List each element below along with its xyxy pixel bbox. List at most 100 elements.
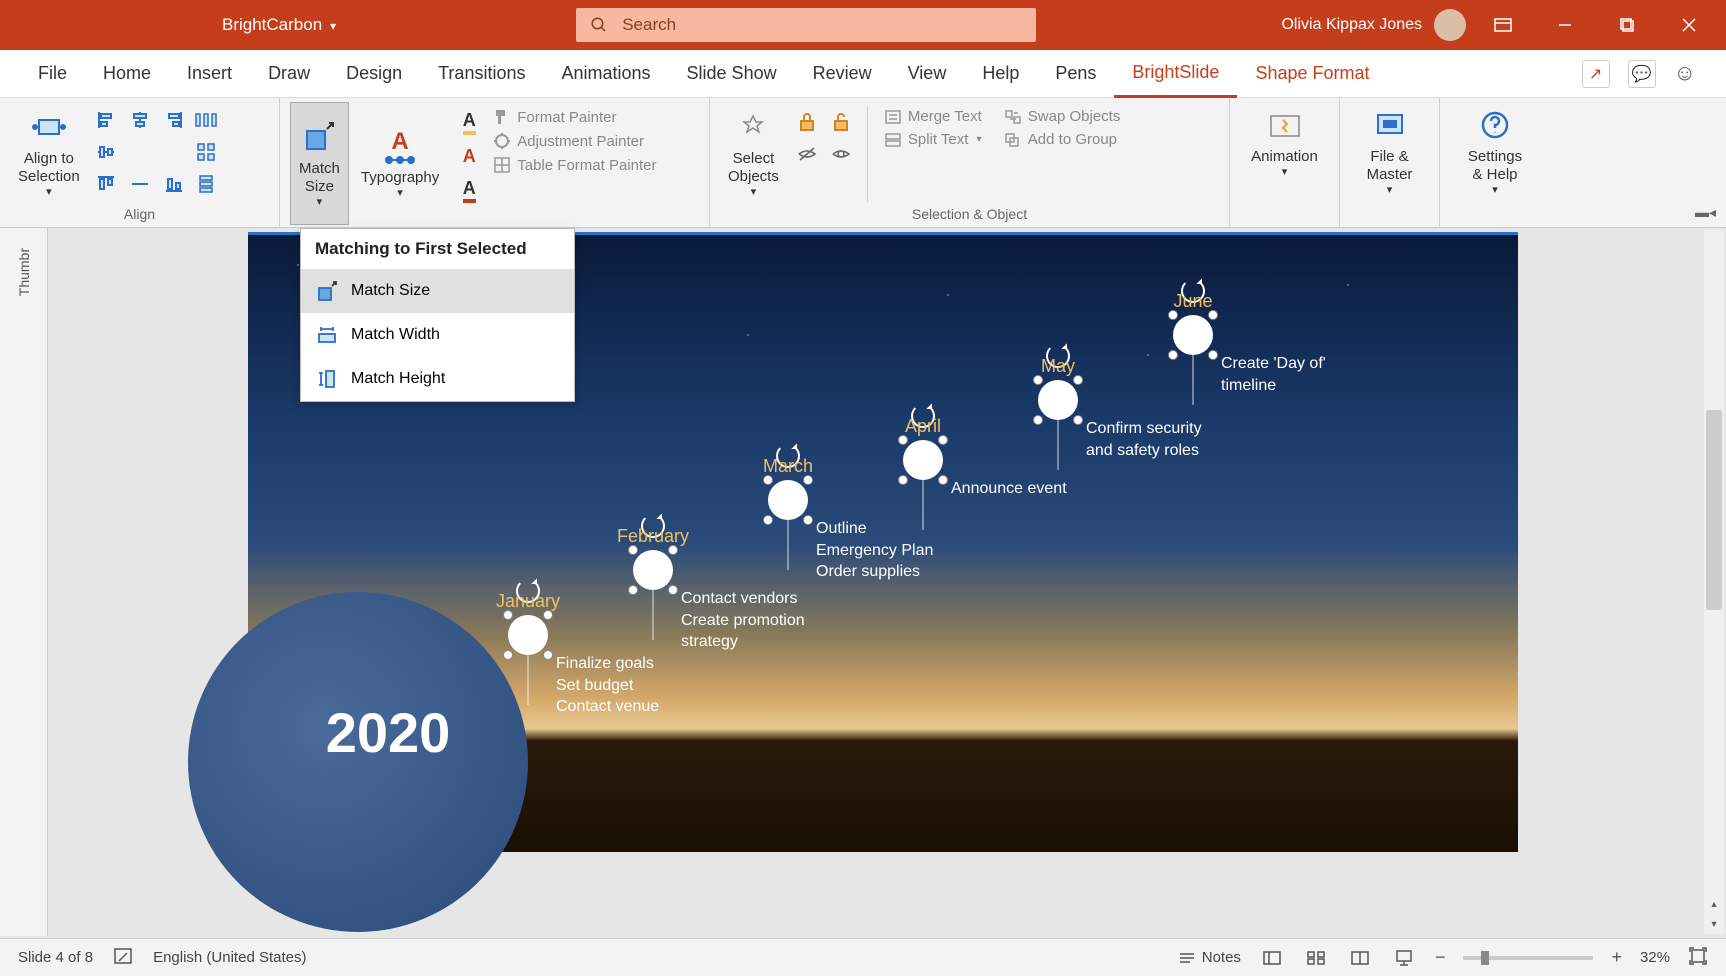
fit-to-window-icon[interactable]: [1688, 946, 1708, 970]
align-left-icon[interactable]: [92, 106, 120, 134]
timeline-node[interactable]: March OutlineEmergency PlanOrder supplie…: [768, 480, 808, 520]
task-list[interactable]: Contact vendorsCreate promotionstrategy: [681, 588, 805, 653]
node-circle[interactable]: [508, 615, 548, 655]
normal-view-icon[interactable]: [1259, 945, 1285, 971]
resize-handle[interactable]: [503, 650, 513, 660]
tab-home[interactable]: Home: [85, 50, 169, 98]
animation-button[interactable]: Animation▾: [1240, 102, 1329, 183]
resize-handle[interactable]: [1208, 350, 1218, 360]
resize-handle[interactable]: [1168, 350, 1178, 360]
lock-icon[interactable]: [793, 108, 821, 136]
resize-handle[interactable]: [803, 475, 813, 485]
tab-view[interactable]: View: [890, 50, 965, 98]
timeline-node[interactable]: January Finalize goalsSet budgetContact …: [508, 615, 548, 655]
minimize-icon[interactable]: [1540, 5, 1590, 45]
timeline-node[interactable]: May Confirm securityand safety roles: [1038, 380, 1078, 420]
node-circle[interactable]: [903, 440, 943, 480]
resize-handle[interactable]: [763, 475, 773, 485]
slideshow-view-icon[interactable]: [1391, 945, 1417, 971]
add-to-group-button[interactable]: Add to Group: [1000, 129, 1125, 150]
slide-counter[interactable]: Slide 4 of 8: [18, 949, 93, 966]
align-center-h-icon[interactable]: [126, 106, 154, 134]
user-name[interactable]: Olivia Kippax Jones: [1281, 16, 1422, 34]
resize-handle[interactable]: [1033, 375, 1043, 385]
comments-icon[interactable]: 💬: [1628, 60, 1656, 88]
align-center-v-icon[interactable]: [92, 138, 120, 166]
tab-slideshow[interactable]: Slide Show: [669, 50, 795, 98]
format-painter-button[interactable]: Format Painter: [489, 106, 660, 128]
distribute-v-icon[interactable]: [192, 170, 220, 198]
zoom-in-icon[interactable]: +: [1611, 947, 1622, 968]
tab-pens[interactable]: Pens: [1037, 50, 1114, 98]
zoom-level[interactable]: 32%: [1640, 949, 1670, 966]
file-master-button[interactable]: File & Master▾: [1350, 102, 1429, 201]
adjustment-painter-button[interactable]: Adjustment Painter: [489, 130, 660, 152]
select-objects-button[interactable]: Select Objects▾: [720, 102, 787, 206]
tab-shapeformat[interactable]: Shape Format: [1237, 50, 1387, 98]
timeline-node[interactable]: April Announce event: [903, 440, 943, 480]
resize-handle[interactable]: [668, 545, 678, 555]
share-icon[interactable]: ↗: [1582, 60, 1610, 88]
match-height-item[interactable]: Match Height: [301, 357, 574, 401]
resize-handle[interactable]: [543, 650, 553, 660]
avatar[interactable]: [1434, 9, 1466, 41]
resize-handle[interactable]: [1033, 415, 1043, 425]
node-circle[interactable]: [1173, 315, 1213, 355]
merge-text-button[interactable]: Merge Text: [880, 106, 986, 127]
notes-button[interactable]: Notes: [1178, 949, 1241, 966]
task-list[interactable]: Announce event: [951, 478, 1067, 500]
resize-handle[interactable]: [503, 610, 513, 620]
timeline-node[interactable]: June Create 'Day of'timeline: [1173, 315, 1213, 355]
resize-handle[interactable]: [543, 610, 553, 620]
scroll-thumb[interactable]: [1706, 410, 1722, 610]
tab-review[interactable]: Review: [795, 50, 890, 98]
ribbon-mode-icon[interactable]: [1478, 5, 1528, 45]
scroll-up-icon[interactable]: ▴: [1704, 894, 1724, 914]
reading-view-icon[interactable]: [1347, 945, 1373, 971]
tab-brightslide[interactable]: BrightSlide: [1114, 50, 1237, 98]
resize-handle[interactable]: [803, 515, 813, 525]
distribute-h-icon[interactable]: [192, 106, 220, 134]
highlight-a-icon[interactable]: A: [457, 108, 481, 136]
smiley-icon[interactable]: ☺: [1674, 60, 1696, 88]
thumbnail-panel[interactable]: Thumbr: [0, 228, 48, 936]
tab-animations[interactable]: Animations: [543, 50, 668, 98]
node-circle[interactable]: [768, 480, 808, 520]
align-bottom-icon[interactable]: [160, 170, 188, 198]
close-icon[interactable]: [1664, 5, 1714, 45]
unlock-icon[interactable]: [827, 108, 855, 136]
search-box[interactable]: Search: [576, 8, 1036, 42]
table-format-painter-button[interactable]: Table Format Painter: [489, 154, 660, 176]
resize-handle[interactable]: [898, 475, 908, 485]
resize-handle[interactable]: [1208, 310, 1218, 320]
node-circle[interactable]: [1038, 380, 1078, 420]
task-list[interactable]: Create 'Day of'timeline: [1221, 353, 1326, 396]
outline-a-icon[interactable]: A: [457, 142, 481, 170]
settings-help-button[interactable]: Settings & Help▾: [1450, 102, 1540, 201]
match-size-item[interactable]: Match Size: [301, 269, 574, 313]
resize-handle[interactable]: [763, 515, 773, 525]
tab-help[interactable]: Help: [964, 50, 1037, 98]
swap-objects-button[interactable]: Swap Objects: [1000, 106, 1125, 127]
document-name[interactable]: BrightCarbon▾: [222, 15, 336, 35]
show-icon[interactable]: [827, 140, 855, 168]
task-list[interactable]: Confirm securityand safety roles: [1086, 418, 1202, 461]
tab-design[interactable]: Design: [328, 50, 420, 98]
align-to-selection-button[interactable]: Align to Selection▾: [10, 102, 88, 206]
resize-handle[interactable]: [628, 585, 638, 595]
tab-file[interactable]: File: [20, 50, 85, 98]
zoom-slider[interactable]: [1463, 956, 1593, 960]
split-text-button[interactable]: Split Text▾: [880, 129, 986, 150]
scroll-down-icon[interactable]: ▾: [1704, 914, 1724, 934]
task-list[interactable]: OutlineEmergency PlanOrder supplies: [816, 518, 933, 583]
hide-icon[interactable]: [793, 140, 821, 168]
match-width-item[interactable]: Match Width: [301, 313, 574, 357]
accessibility-icon[interactable]: [113, 947, 133, 969]
align-top-icon[interactable]: [92, 170, 120, 198]
align-right-icon[interactable]: [160, 106, 188, 134]
node-circle[interactable]: [633, 550, 673, 590]
maximize-icon[interactable]: [1602, 5, 1652, 45]
resize-handle[interactable]: [938, 475, 948, 485]
timeline-node[interactable]: February Contact vendorsCreate promotion…: [633, 550, 673, 590]
vertical-scrollbar[interactable]: ▴ ▾: [1704, 230, 1724, 934]
